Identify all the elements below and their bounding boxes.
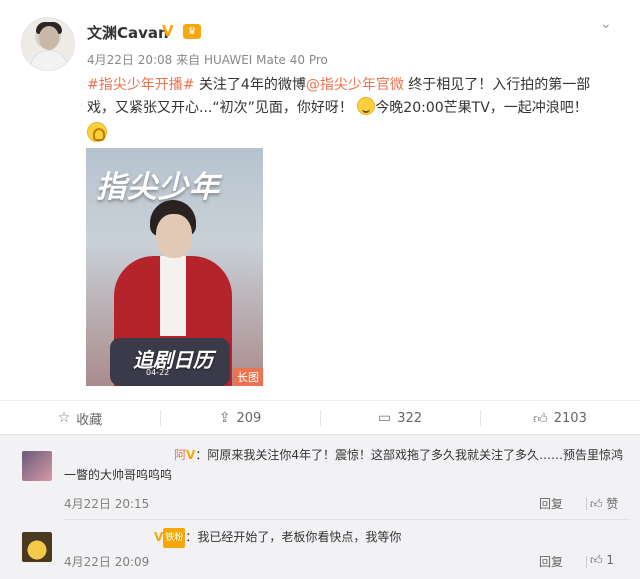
comment-count: 322 [397, 410, 423, 426]
share-icon: ⇪ [218, 410, 231, 426]
author-avatar[interactable] [21, 17, 75, 71]
poster-subtitle: 追剧日历 [133, 348, 213, 372]
favorite-label: 收藏 [76, 412, 103, 428]
reply-button[interactable]: 回复 [539, 495, 563, 512]
divider [586, 556, 587, 568]
post-source[interactable]: HUAWEI Mate 40 Pro [204, 53, 328, 67]
star-icon: ☆ [57, 410, 71, 426]
long-image-badge: 长图 [233, 368, 263, 386]
poster-image[interactable]: 指尖少年 追剧日历 04-22 长图 [86, 148, 263, 386]
author-name[interactable]: 文渊Cavan [87, 22, 169, 43]
comment-body: ：我已经开始了，老板你看快点，我等你 [185, 530, 402, 544]
comment-text: V 铁粉 ：我已经开始了，老板你看快点，我等你 [64, 527, 624, 548]
smile-emoji-icon [357, 97, 376, 115]
divider [64, 519, 630, 520]
comment-like-count: 1 [606, 553, 614, 567]
repost-count: 209 [236, 410, 262, 426]
weibo-post: 文渊Cavan V ♛ ⌄ 4月22日 20:08 来自 HUAWEI Mate… [0, 0, 640, 400]
commenter-avatar[interactable] [22, 451, 52, 481]
comment-like-button[interactable]: 👍︎ 赞 [590, 495, 618, 512]
favorite-button[interactable]: ☆ 收藏 [0, 401, 160, 435]
mention-link[interactable]: @指尖少年官微 [306, 77, 404, 93]
comment-time: 4月22日 20:15 [64, 497, 150, 511]
commenter-name[interactable]: 阿 [174, 448, 186, 462]
divider [586, 498, 587, 510]
comment-text: 阿V：阿原来我关注你4年了！震惊！这部戏拖了多久我就关注了多久……预告里惊鸿一瞥… [64, 445, 624, 485]
thumbs-up-icon: 👍︎ [533, 410, 548, 427]
post-text-part-3: 今晚20:00芒果TV，一起冲浪吧！ [375, 100, 588, 116]
post-text: #指尖少年开播# 关注了4年的微博@指尖少年官微 终于相见了！入行拍的第一部戏，… [87, 74, 617, 142]
chevron-down-icon[interactable]: ⌄ [600, 16, 612, 32]
poster-date: 04-22 [146, 368, 170, 377]
comments-section: 阿V：阿原来我关注你4年了！震惊！这部戏拖了多久我就关注了多久……预告里惊鸿一瞥… [0, 434, 640, 579]
fan-badge-icon: 铁粉 [163, 528, 186, 548]
verified-icon: V [162, 22, 174, 40]
action-bar: ☆ 收藏 ⇪ 209 ▭ 322 👍︎ 2103 [0, 400, 640, 434]
post-text-part-1: 关注了4年的微博 [198, 77, 306, 93]
like-button[interactable]: 👍︎ 2103 [480, 401, 640, 435]
comment-body: ：阿原来我关注你4年了！震惊！这部戏拖了多久我就关注了多久……预告里惊鸿一瞥的大… [64, 448, 623, 482]
source-prefix: 来自 [176, 53, 201, 67]
poster-title: 指尖少年 [96, 170, 220, 205]
comment-like-label: 赞 [606, 497, 619, 511]
vip-crown-icon: ♛ [183, 24, 201, 39]
like-count: 2103 [553, 410, 587, 426]
hashtag-link[interactable]: #指尖少年开播# [87, 77, 194, 93]
verified-icon: V [154, 530, 164, 544]
post-date[interactable]: 4月22日 20:08 [87, 53, 172, 67]
comment-button[interactable]: ▭ 322 [320, 401, 480, 435]
reply-button[interactable]: 回复 [539, 553, 563, 570]
comment-icon: ▭ [377, 410, 392, 426]
comment-like-button[interactable]: 👍︎ 1 [590, 553, 614, 568]
comment-time: 4月22日 20:09 [64, 555, 150, 569]
post-meta: 4月22日 20:08 来自 HUAWEI Mate 40 Pro [87, 51, 328, 68]
repost-button[interactable]: ⇪ 209 [160, 401, 320, 435]
verified-icon: V [186, 448, 196, 462]
commenter-avatar[interactable] [22, 532, 52, 562]
pray-emoji-icon [87, 122, 107, 142]
